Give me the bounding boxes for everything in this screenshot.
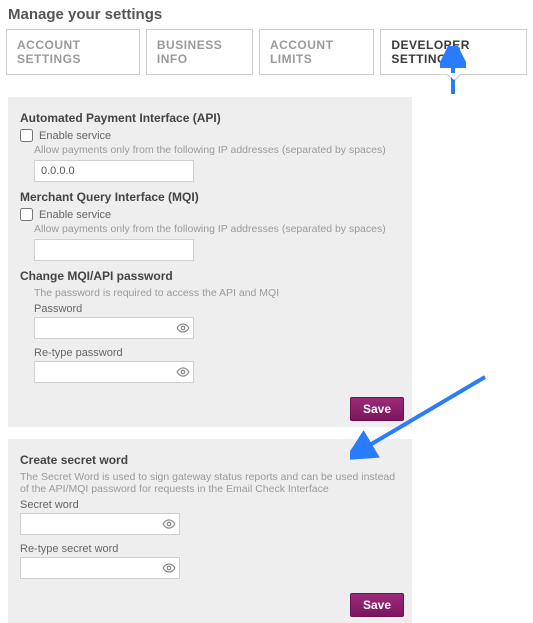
secret-word-panel: Create secret word The Secret Word is us…	[8, 439, 412, 623]
retype-password-input[interactable]	[34, 361, 194, 383]
password-label: Password	[34, 303, 400, 315]
reveal-retype-password-icon[interactable]	[176, 365, 190, 379]
api-section-title: Automated Payment Interface (API)	[20, 111, 400, 125]
save-button-panel1[interactable]: Save	[350, 397, 404, 421]
api-ip-input[interactable]	[34, 160, 194, 182]
api-enable-checkbox[interactable]	[20, 129, 33, 142]
mqi-section-title: Merchant Query Interface (MQI)	[20, 190, 400, 204]
secret-word-title: Create secret word	[20, 453, 400, 467]
retype-secret-word-label: Re-type secret word	[20, 543, 400, 555]
mqi-ip-input[interactable]	[34, 239, 194, 261]
retype-password-label: Re-type password	[34, 347, 400, 359]
tabs: ACCOUNT SETTINGS BUSINESS INFO ACCOUNT L…	[0, 29, 533, 79]
tab-developer-settings[interactable]: DEVELOPER SETTINGS	[380, 29, 527, 75]
change-password-hint: The password is required to access the A…	[34, 287, 400, 299]
mqi-ip-hint: Allow payments only from the following I…	[34, 223, 400, 235]
mqi-enable-label: Enable service	[39, 209, 111, 221]
developer-settings-panel: Automated Payment Interface (API) Enable…	[8, 97, 412, 427]
retype-secret-word-input[interactable]	[20, 557, 180, 579]
secret-word-hint: The Secret Word is used to sign gateway …	[20, 471, 400, 495]
page-title: Manage your settings	[0, 0, 533, 29]
save-button-panel2[interactable]: Save	[350, 593, 404, 617]
reveal-retype-secret-word-icon[interactable]	[162, 561, 176, 575]
mqi-enable-checkbox[interactable]	[20, 208, 33, 221]
tab-account-limits[interactable]: ACCOUNT LIMITS	[259, 29, 374, 75]
secret-word-label: Secret word	[20, 499, 400, 511]
reveal-secret-word-icon[interactable]	[162, 517, 176, 531]
secret-word-input[interactable]	[20, 513, 180, 535]
reveal-password-icon[interactable]	[176, 321, 190, 335]
password-input[interactable]	[34, 317, 194, 339]
tab-account-settings[interactable]: ACCOUNT SETTINGS	[6, 29, 140, 75]
api-enable-label: Enable service	[39, 130, 111, 142]
change-password-title: Change MQI/API password	[20, 269, 400, 283]
tab-business-info[interactable]: BUSINESS INFO	[146, 29, 253, 75]
api-ip-hint: Allow payments only from the following I…	[34, 144, 400, 156]
